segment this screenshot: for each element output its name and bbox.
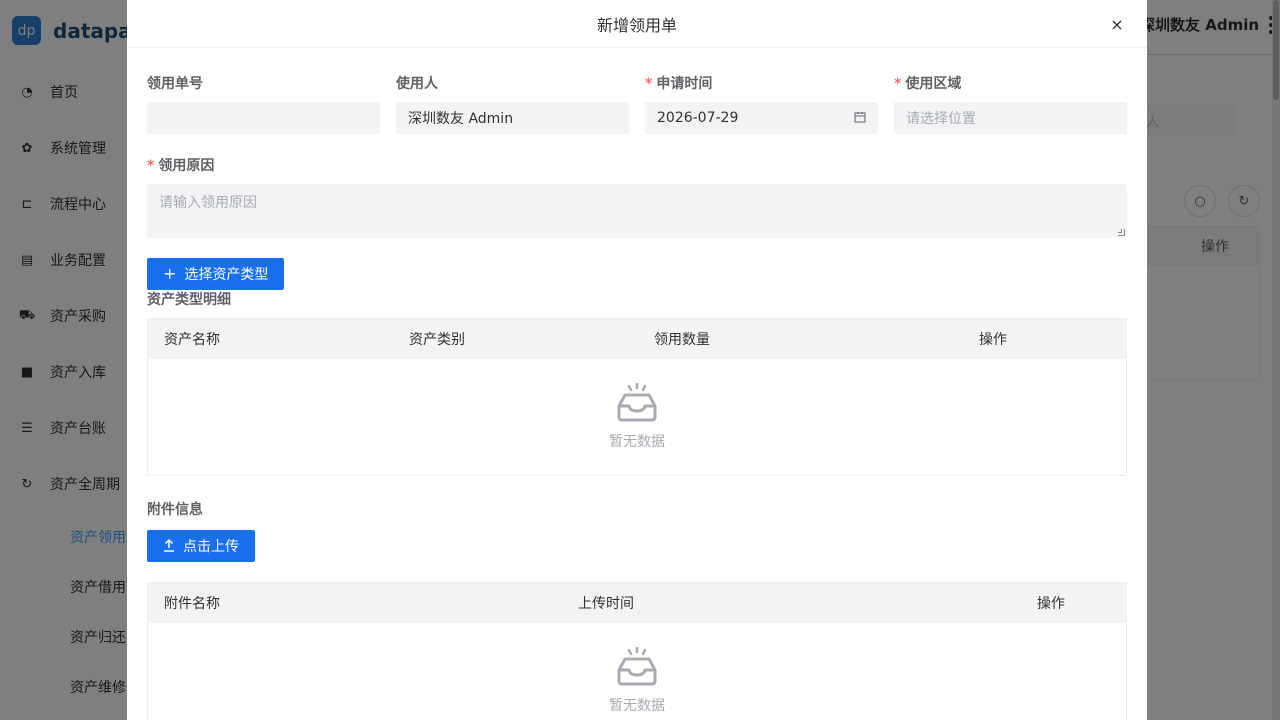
reason-textarea[interactable]: 请输入领用原因 [147,184,1127,238]
column-header: 操作 [1037,596,1065,612]
required-mark: * [894,76,902,92]
column-header: 资产类别 [409,332,465,348]
select-asset-type-label: 选择资产类型 [184,267,269,283]
upload-button[interactable]: 点击上传 [147,530,255,562]
apply-time-field: * 申请时间 2026-07-29 [645,74,878,134]
apply-time-label-text: 申请时间 [656,76,713,92]
attachment-header: 附件名称 上传时间 操作 [148,583,1126,623]
reason-field: * 领用原因 请输入领用原因 [147,156,1127,238]
area-label: * 使用区域 [894,74,1127,94]
attachment-title: 附件信息 [147,502,203,518]
area-label-text: 使用区域 [905,76,962,92]
area-select[interactable]: 请选择位置 [894,102,1127,134]
new-receive-order-dialog: 新增领用单 × 领用单号 使用人 深圳数友 Admin * 申请时间 2026-0… [127,0,1147,720]
asset-detail-empty: 暂无数据 [148,359,1126,475]
empty-text: 暂无数据 [609,434,665,450]
user-input[interactable]: 深圳数友 Admin [396,102,629,134]
calendar-icon[interactable] [854,111,866,126]
dialog-title: 新增领用单 [596,15,677,35]
order-no-field: 领用单号 [147,74,380,134]
column-header: 领用数量 [654,332,710,348]
asset-detail-table: 资产名称 资产类别 领用数量 操作 暂无数据 [147,318,1127,476]
dialog-body: 领用单号 使用人 深圳数友 Admin * 申请时间 2026-07-29 * … [147,48,1127,720]
column-header: 附件名称 [164,596,220,612]
resize-grip-icon[interactable] [1118,229,1125,236]
empty-inbox-icon [617,383,657,422]
order-no-input[interactable] [147,102,380,134]
column-header: 上传时间 [578,596,634,612]
attachment-table: 附件名称 上传时间 操作 暂无数据 [147,582,1127,720]
column-header: 操作 [979,332,1007,348]
area-field: * 使用区域 请选择位置 [894,74,1127,134]
select-asset-type-button[interactable]: + 选择资产类型 [147,258,285,290]
upload-icon [163,538,175,555]
apply-time-date-picker[interactable]: 2026-07-29 [645,102,878,134]
asset-detail-title: 资产类型明细 [147,292,231,308]
user-field: 使用人 深圳数友 Admin [396,74,629,134]
user-label: 使用人 [396,76,438,92]
empty-text: 暂无数据 [609,698,665,714]
apply-time-value: 2026-07-29 [657,110,739,126]
form-row-main: 领用单号 使用人 深圳数友 Admin * 申请时间 2026-07-29 * … [147,74,1127,134]
reason-label: * 领用原因 [147,156,1127,176]
empty-inbox-icon [617,647,657,686]
required-mark: * [645,76,653,92]
upload-label: 点击上传 [183,539,239,555]
apply-time-label: * 申请时间 [645,74,878,94]
reason-label-text: 领用原因 [158,158,215,174]
required-mark: * [147,158,155,174]
plus-icon: + [163,264,177,283]
column-header: 资产名称 [164,332,220,348]
user-value: 深圳数友 Admin [408,111,514,127]
asset-detail-header: 资产名称 资产类别 领用数量 操作 [148,319,1126,359]
dialog-header: 新增领用单 × [127,0,1147,48]
attachment-empty: 暂无数据 [148,623,1126,720]
reason-placeholder: 请输入领用原因 [159,195,257,211]
close-icon[interactable]: × [1107,14,1127,34]
order-no-label: 领用单号 [147,76,203,92]
